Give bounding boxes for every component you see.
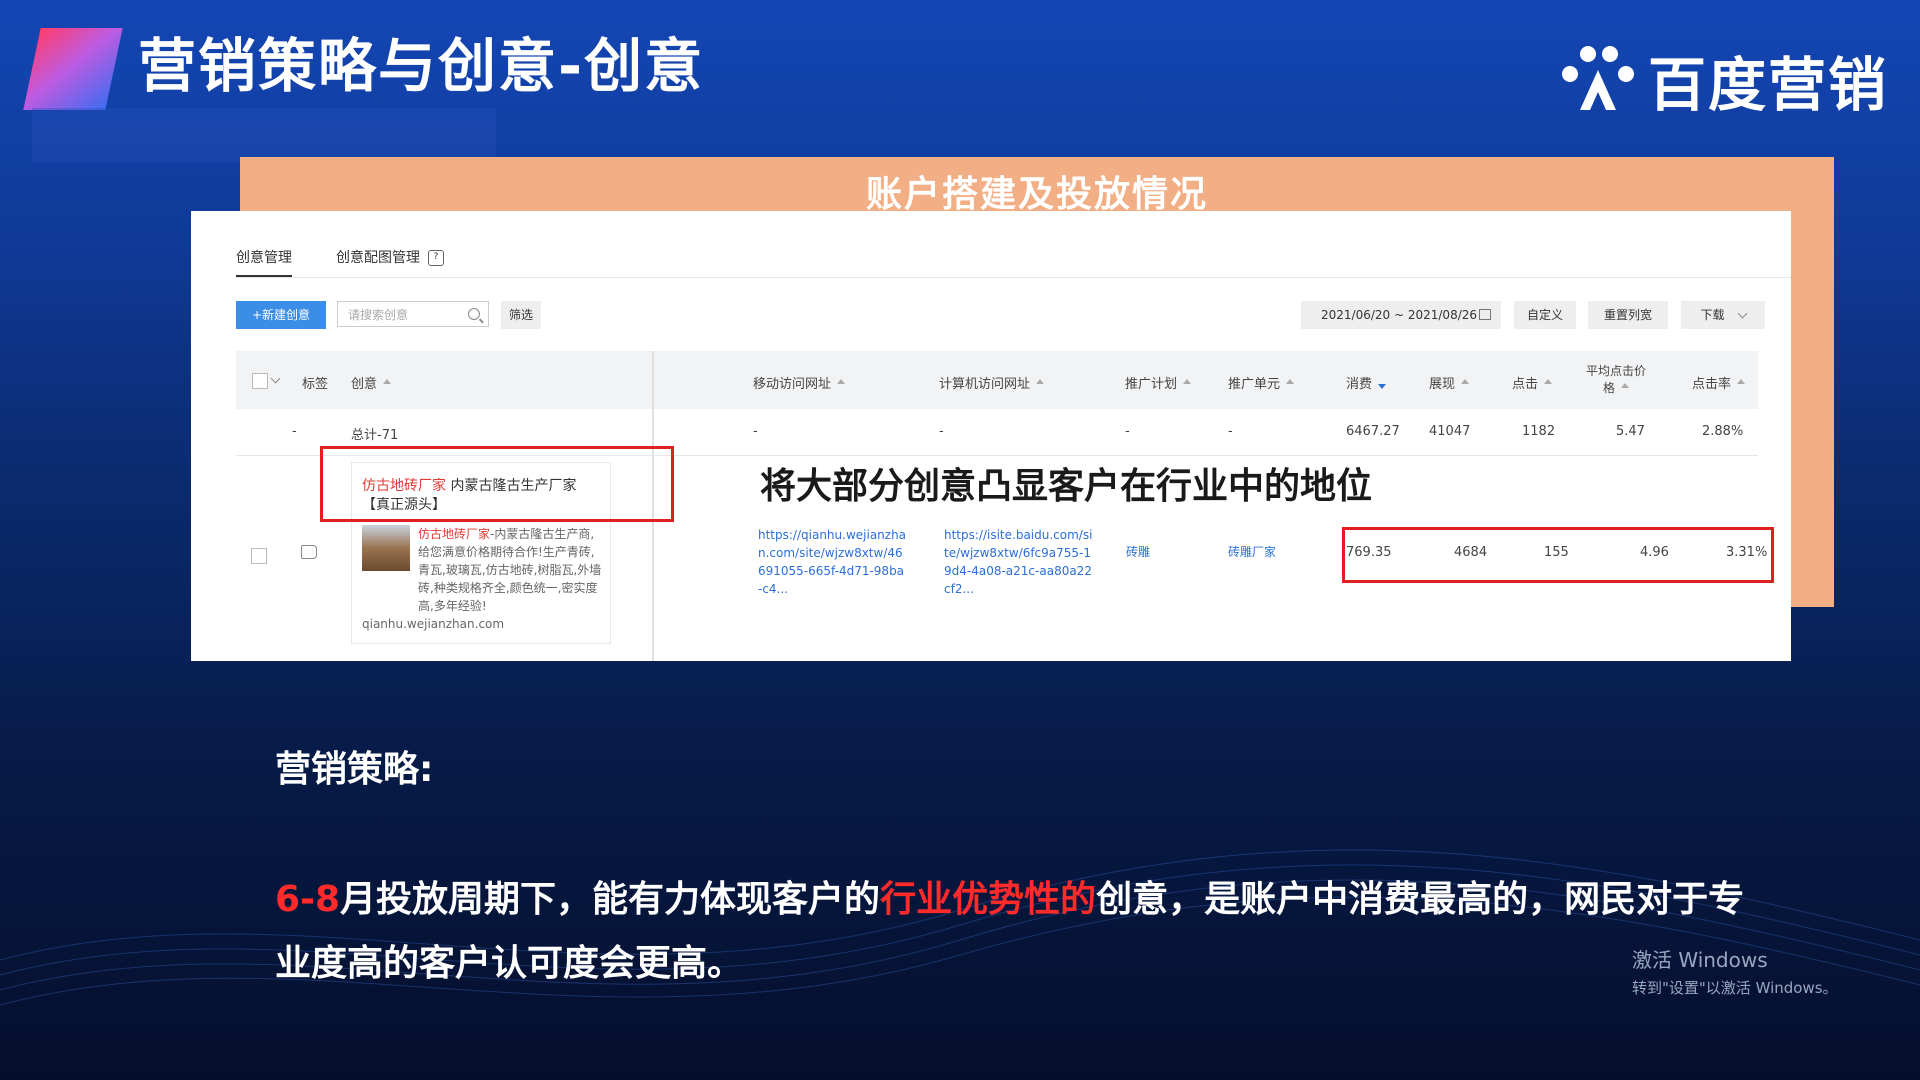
- mobile-url-link[interactable]: https://qianhu.wejianzhan.com/site/wjzw8…: [758, 526, 908, 598]
- ad-desc-keyword: 仿古地砖厂家: [418, 527, 491, 541]
- total-cost: 6467.27: [1346, 424, 1400, 439]
- header-cost[interactable]: 消费: [1346, 373, 1387, 392]
- windows-activation-watermark: 激活 Windows 转到"设置"以激活 Windows。: [1632, 944, 1838, 998]
- header-label: 点击: [1512, 377, 1539, 392]
- watermark-line2: 转到"设置"以激活 Windows。: [1632, 979, 1838, 997]
- annotation-text: 将大部分创意凸显客户在行业中的地位: [760, 466, 1373, 507]
- custom-button[interactable]: 自定义: [1514, 301, 1576, 329]
- strategy-label: 营销策略:: [275, 749, 434, 790]
- tab-bar: 创意管理 创意配图管理?: [236, 247, 444, 277]
- total-impressions: 41047: [1429, 424, 1471, 439]
- chevron-down-icon: [1737, 308, 1747, 319]
- header-avg-cpc[interactable]: 平均点击价格: [1586, 363, 1646, 397]
- total-creative: 总计-71: [351, 428, 399, 443]
- filter-button[interactable]: 筛选: [501, 301, 541, 329]
- header-label: 格: [1603, 381, 1616, 395]
- campaign-link[interactable]: 砖雕: [1126, 543, 1150, 561]
- download-dropdown[interactable]: 下载: [1681, 301, 1765, 329]
- header-label: 推广单元: [1228, 377, 1281, 392]
- chevron-down-icon[interactable]: [270, 373, 281, 384]
- header-impressions[interactable]: 展现: [1429, 373, 1470, 392]
- sort-icon[interactable]: [1286, 379, 1295, 384]
- row-checkbox[interactable]: [251, 548, 267, 564]
- sort-desc-icon[interactable]: [1378, 384, 1387, 389]
- tag-icon[interactable]: [301, 545, 317, 559]
- header-adgroup[interactable]: 推广单元: [1228, 373, 1295, 392]
- total-pc-url: -: [939, 424, 944, 439]
- title-accent-bar: [23, 28, 123, 110]
- paw-logo-icon: [1561, 46, 1634, 110]
- page-title: 营销策略与创意-创意: [138, 32, 705, 100]
- highlight-advantage: 行业优势性的: [880, 879, 1097, 920]
- sort-icon[interactable]: [1737, 379, 1746, 384]
- reset-columns-button[interactable]: 重置列宽: [1588, 301, 1668, 329]
- header-tag: 标签: [302, 377, 329, 392]
- total-mobile-url: -: [753, 424, 758, 439]
- select-all-checkbox[interactable]: [252, 373, 268, 389]
- header-label: 消费: [1346, 377, 1373, 392]
- total-campaign: -: [1125, 424, 1130, 439]
- search-icon[interactable]: [468, 308, 480, 320]
- highlight-period: 6-8: [275, 879, 341, 920]
- info-icon[interactable]: ?: [428, 250, 444, 266]
- tabs-divider: [236, 277, 1791, 278]
- total-avg-cpc: 5.47: [1616, 424, 1645, 439]
- brand-logo: 百度营销: [1558, 40, 1888, 120]
- highlight-box-metrics: [1342, 527, 1774, 583]
- header-clicks[interactable]: 点击: [1512, 373, 1553, 392]
- tab-creative-image-management[interactable]: 创意配图管理?: [336, 247, 444, 277]
- watermark-line1: 激活 Windows: [1632, 948, 1768, 972]
- total-clicks: 1182: [1522, 424, 1556, 439]
- download-label: 下载: [1700, 308, 1725, 322]
- adgroup-link[interactable]: 砖雕厂家: [1228, 543, 1276, 561]
- header-label: 推广计划: [1125, 377, 1178, 392]
- header-label: 移动访问网址: [753, 377, 832, 392]
- tab-creative-management[interactable]: 创意管理: [236, 247, 292, 277]
- total-ctr: 2.88%: [1702, 424, 1744, 439]
- header-label: 计算机访问网址: [939, 377, 1031, 392]
- header-campaign[interactable]: 推广计划: [1125, 373, 1192, 392]
- header-label: 展现: [1429, 377, 1456, 392]
- header-ctr[interactable]: 点击率: [1692, 373, 1746, 392]
- brand-text: 百度营销: [1647, 51, 1888, 119]
- sort-icon[interactable]: [837, 379, 846, 384]
- header-mobile-url[interactable]: 移动访问网址: [753, 373, 846, 392]
- strategy-text: 6-8月投放周期下，能有力体现客户的行业优势性的创意，是账户中消费最高的，网民对…: [275, 868, 1755, 996]
- calendar-icon[interactable]: [1479, 309, 1491, 320]
- date-range-picker[interactable]: 2021/06/20 ~ 2021/08/26: [1301, 301, 1501, 329]
- card-heading: 账户搭建及投放情况: [865, 174, 1208, 215]
- date-range-value: 2021/06/20 ~ 2021/08/26: [1321, 308, 1478, 322]
- total-adgroup: -: [1228, 424, 1233, 439]
- header-pc-url[interactable]: 计算机访问网址: [939, 373, 1045, 392]
- search-placeholder: 请搜索创意: [348, 308, 409, 322]
- sort-icon[interactable]: [1461, 379, 1470, 384]
- header-creative[interactable]: 创意: [351, 373, 392, 392]
- total-tag: -: [292, 424, 297, 439]
- sort-icon[interactable]: [1544, 379, 1553, 384]
- title-shadow: [32, 108, 496, 162]
- header-label: 创意: [351, 377, 378, 392]
- header-label: 点击率: [1692, 377, 1732, 392]
- header-label: 平均点击价: [1586, 364, 1647, 378]
- highlight-box-creative: [320, 446, 674, 522]
- sort-icon[interactable]: [1621, 383, 1630, 388]
- search-input[interactable]: 请搜索创意: [337, 301, 489, 327]
- ad-display-url: qianhu.wejianzhan.com: [362, 617, 505, 631]
- strategy-part1: 月投放周期下，能有力体现客户的: [340, 879, 881, 920]
- sort-icon[interactable]: [1036, 379, 1045, 384]
- sort-icon[interactable]: [383, 379, 392, 384]
- sort-icon[interactable]: [1183, 379, 1192, 384]
- pc-url-link[interactable]: https://isite.baidu.com/site/wjzw8xtw/6f…: [944, 526, 1094, 598]
- new-creative-button[interactable]: +新建创意: [236, 301, 326, 329]
- tab-label: 创意配图管理: [336, 250, 420, 266]
- table-header: 标签 创意 移动访问网址 计算机访问网址 推广计划 推广单元 消费 展现 点击 …: [236, 351, 1758, 409]
- creative-management-panel: 创意管理 创意配图管理? +新建创意 请搜索创意 筛选 2021/06/20 ~…: [191, 211, 1791, 661]
- ad-thumbnail: [362, 525, 410, 571]
- ad-description: 仿古地砖厂家-内蒙古隆古生产商,给您满意价格期待合作!生产青砖,青瓦,玻璃瓦,仿…: [418, 525, 603, 615]
